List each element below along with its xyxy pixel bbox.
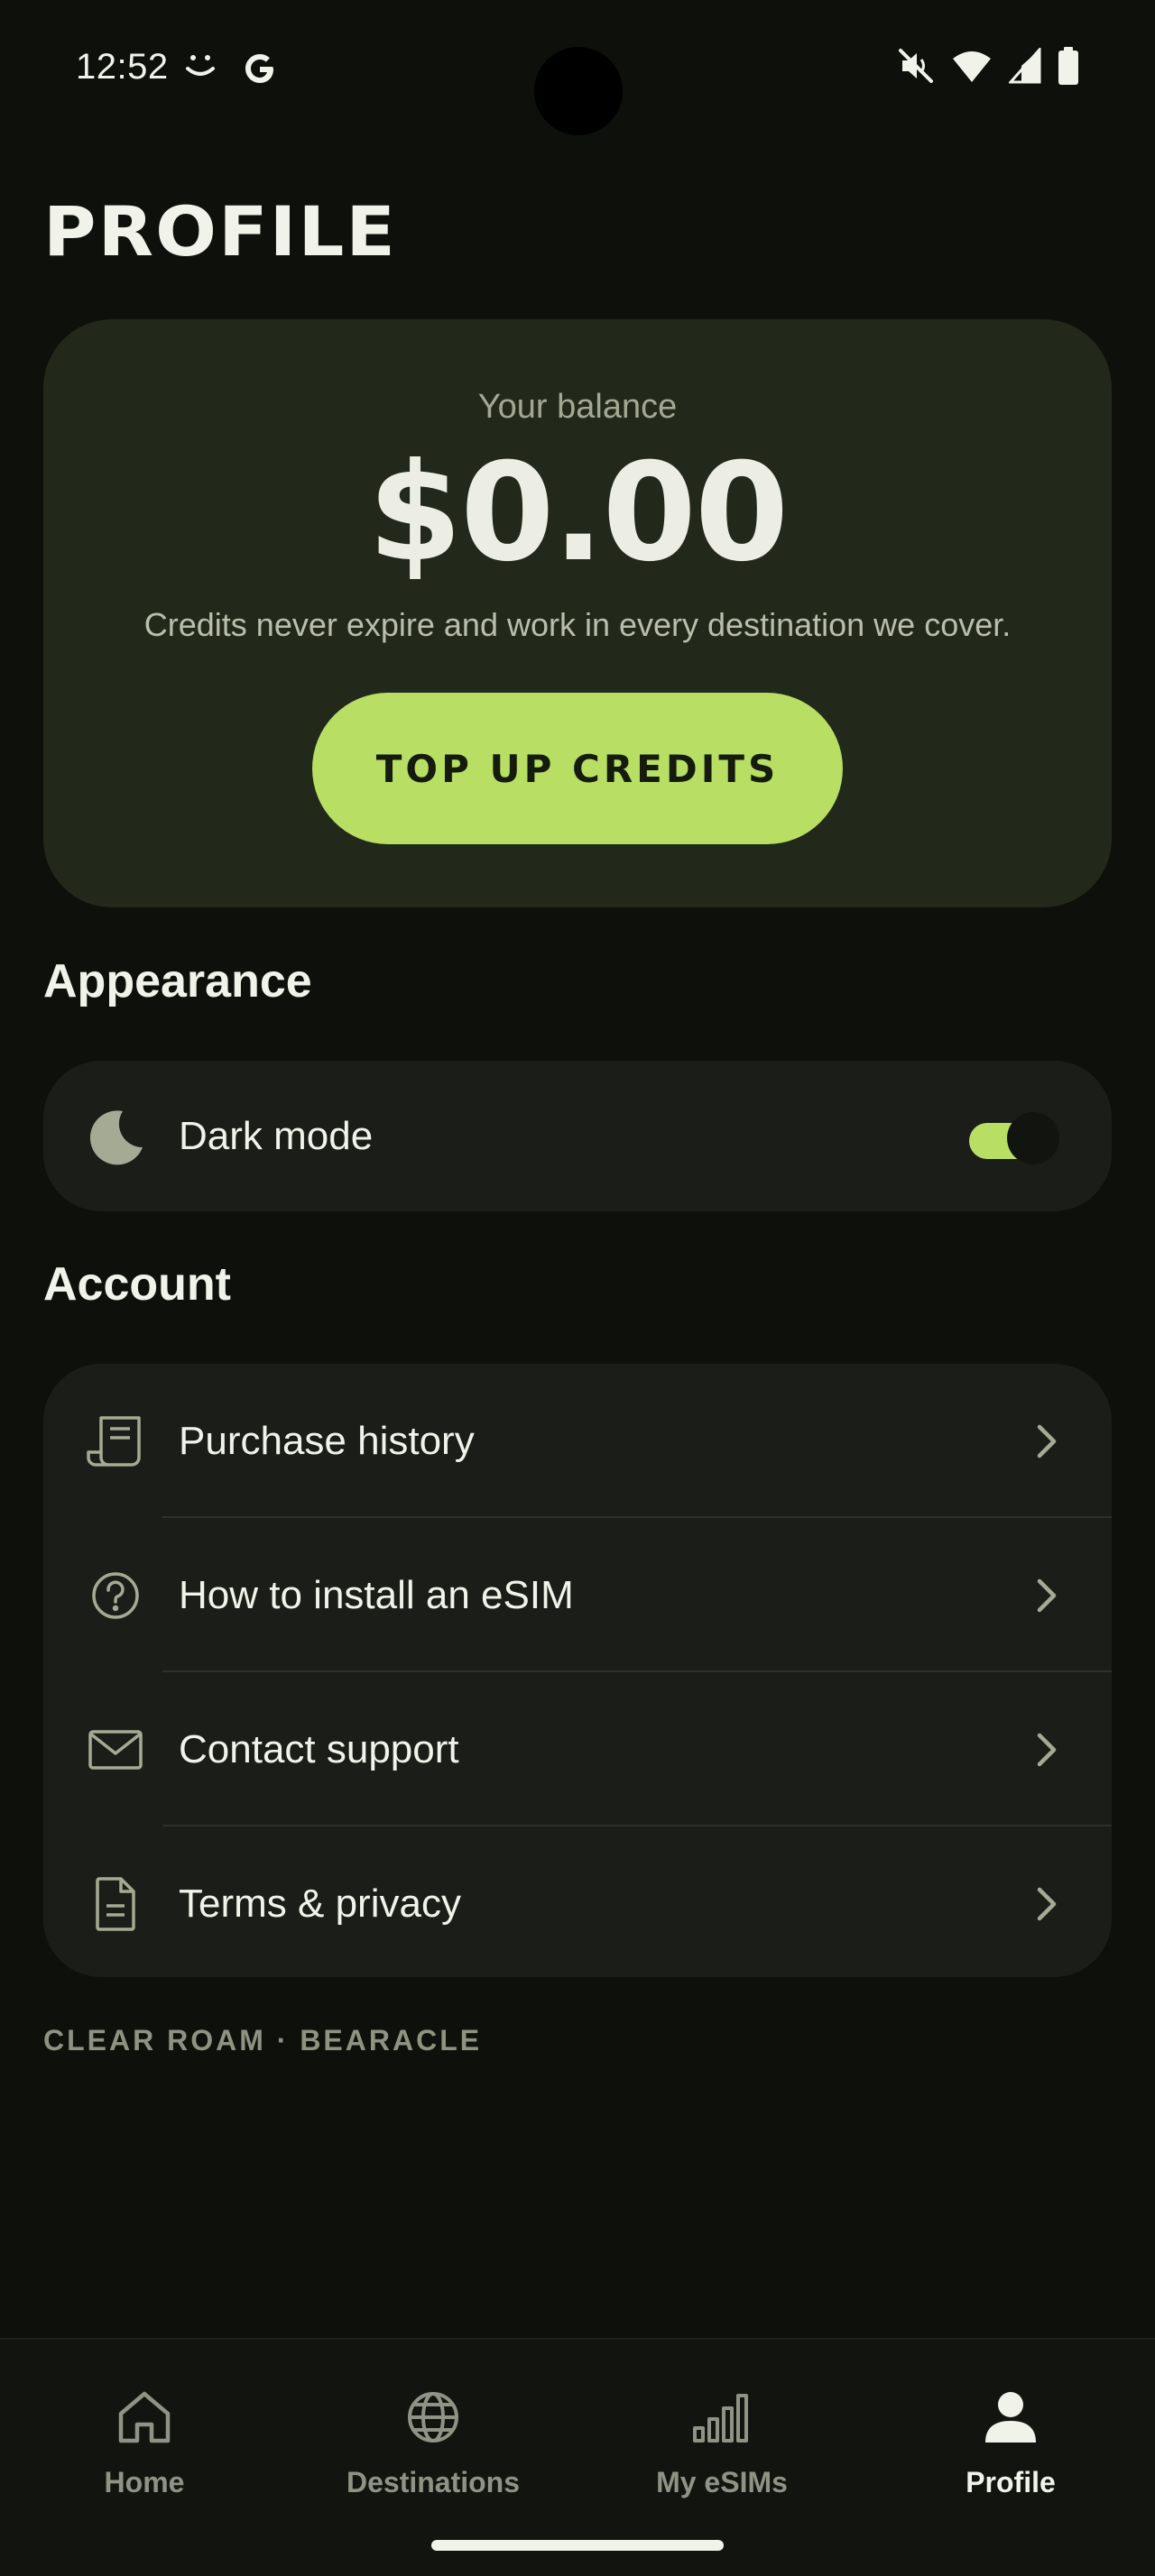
status-icons xyxy=(897,47,1079,85)
chevron-right-icon xyxy=(1037,1733,1057,1766)
mail-icon xyxy=(87,1721,144,1779)
wifi-icon xyxy=(953,51,991,82)
balance-card: Your balance $0.00 Credits never expire … xyxy=(43,319,1112,907)
profile-screen: 12:52 PROFILE Your balance $0.00 Credits… xyxy=(0,0,1155,2576)
nav-profile-label: Profile xyxy=(966,2466,1056,2498)
chevron-right-icon xyxy=(1037,1887,1057,1920)
account-heading: Account xyxy=(43,1258,231,1311)
nav-my-esims-label: My eSIMs xyxy=(656,2466,788,2498)
chevron-right-icon xyxy=(1037,1578,1057,1612)
battery-icon xyxy=(1058,47,1078,85)
dark-mode-toggle[interactable] xyxy=(969,1109,1059,1164)
cell-signal-icon xyxy=(1009,48,1041,84)
account-card: Purchase history How to install an eSIM xyxy=(43,1364,1112,1977)
appearance-card: Dark mode xyxy=(43,1061,1112,1211)
nav-destinations-label: Destinations xyxy=(346,2466,521,2498)
mute-icon xyxy=(899,49,933,83)
terms-privacy-row[interactable]: Terms & privacy xyxy=(43,1826,1112,1977)
balance-amount: $0.00 xyxy=(367,435,789,592)
appearance-heading: Appearance xyxy=(43,955,312,1007)
chevron-right-icon xyxy=(1037,1424,1057,1458)
terms-privacy-label: Terms & privacy xyxy=(179,1881,461,1926)
nav-destinations[interactable]: Destinations xyxy=(289,2340,578,2538)
help-circle-icon xyxy=(87,1567,144,1624)
smile-notification-icon xyxy=(186,55,215,76)
nav-profile[interactable]: Profile xyxy=(866,2340,1155,2538)
document-icon xyxy=(87,1875,144,1933)
balance-note: Credits never expire and work in every d… xyxy=(143,606,1012,643)
footer-brand: CLEAR ROAM · BEARACLE xyxy=(43,2024,483,2056)
moon-icon xyxy=(87,1108,144,1165)
purchase-history-row[interactable]: Purchase history xyxy=(43,1364,1112,1518)
person-icon xyxy=(985,2392,1036,2443)
purchase-history-label: Purchase history xyxy=(179,1418,475,1463)
camera-cutout xyxy=(534,47,623,135)
balance-label: Your balance xyxy=(477,388,678,426)
signal-bars-icon xyxy=(693,2394,748,2443)
nav-home-label: Home xyxy=(104,2466,185,2498)
page-title: PROFILE xyxy=(43,191,398,271)
nav-my-esims[interactable]: My eSIMs xyxy=(578,2340,866,2538)
home-icon xyxy=(118,2391,171,2443)
dark-mode-row[interactable]: Dark mode xyxy=(43,1061,1112,1211)
install-esim-label: How to install an eSIM xyxy=(179,1572,574,1617)
status-bar: 12:52 xyxy=(0,0,1155,135)
receipt-icon xyxy=(87,1412,144,1470)
google-icon xyxy=(245,54,273,83)
top-up-credits-button[interactable]: TOP UP CREDITS xyxy=(312,693,843,844)
install-esim-row[interactable]: How to install an eSIM xyxy=(43,1518,1112,1672)
contact-support-row[interactable]: Contact support xyxy=(43,1672,1112,1826)
globe-icon xyxy=(408,2392,458,2443)
status-time: 12:52 xyxy=(76,47,169,87)
contact-support-label: Contact support xyxy=(179,1726,459,1771)
home-indicator[interactable] xyxy=(431,2540,724,2551)
toggle-thumb xyxy=(1007,1111,1059,1164)
nav-home[interactable]: Home xyxy=(0,2340,289,2538)
dark-mode-label: Dark mode xyxy=(179,1113,374,1158)
